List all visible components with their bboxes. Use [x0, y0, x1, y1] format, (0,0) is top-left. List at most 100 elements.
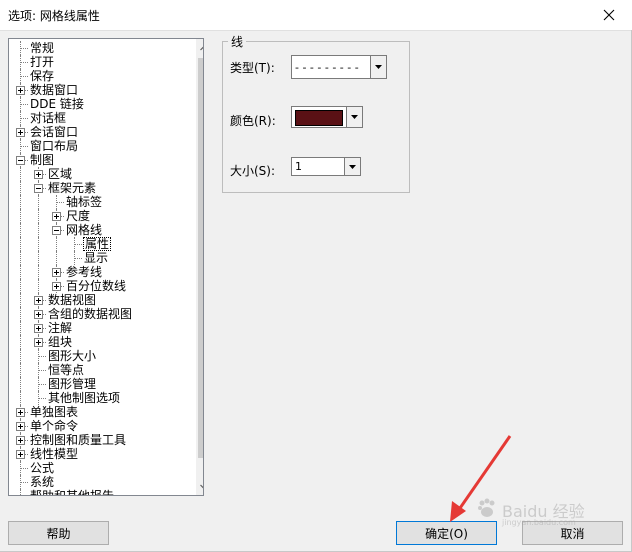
- expand-plus-icon[interactable]: [34, 170, 43, 179]
- tree-branch-line: [20, 482, 28, 483]
- line-size-select[interactable]: 1: [291, 157, 361, 176]
- expand-plus-icon[interactable]: [34, 338, 43, 347]
- tree-item[interactable]: 对话框: [9, 111, 189, 125]
- line-color-select[interactable]: [291, 106, 363, 128]
- expand-plus-icon[interactable]: [52, 282, 61, 291]
- tree-item[interactable]: 百分位数线: [9, 279, 189, 293]
- tree-item[interactable]: 含组的数据视图: [9, 307, 189, 321]
- expand-plus-icon[interactable]: [34, 310, 43, 319]
- scroll-down-button[interactable]: [196, 478, 203, 495]
- tree-item-label: 组块: [48, 335, 73, 349]
- tree-item[interactable]: 数据视图: [9, 293, 189, 307]
- expand-plus-icon[interactable]: [34, 296, 43, 305]
- scroll-up-button[interactable]: [196, 39, 203, 56]
- tree-item[interactable]: 公式: [9, 461, 189, 475]
- tree-item-label: 公式: [30, 461, 55, 475]
- tree-item[interactable]: 窗口布局: [9, 139, 189, 153]
- chevron-up-icon: [200, 46, 203, 50]
- dropdown-arrow-icon: [351, 115, 358, 119]
- tree-item-label: 属性: [83, 237, 112, 251]
- ok-button-label: 确定(O): [425, 526, 468, 541]
- scroll-thumb[interactable]: [198, 58, 203, 458]
- tree-item[interactable]: 帮助和其他报告: [9, 489, 189, 496]
- tree-item[interactable]: 注解: [9, 321, 189, 335]
- tree-item[interactable]: 保存: [9, 69, 189, 83]
- tree-item[interactable]: 常规: [9, 41, 189, 55]
- tree-item[interactable]: 恒等点: [9, 363, 189, 377]
- tree-item[interactable]: 区域: [9, 167, 189, 181]
- expand-plus-icon[interactable]: [52, 268, 61, 277]
- collapse-minus-icon[interactable]: [34, 184, 43, 193]
- tree-guide-line: [20, 293, 21, 307]
- tree-item-label: 窗口布局: [30, 139, 79, 153]
- tree-item[interactable]: 控制图和质量工具: [9, 433, 189, 447]
- line-color-dropdown-button[interactable]: [346, 107, 362, 127]
- tree-branch-line: [20, 468, 28, 469]
- tree-scrollbar[interactable]: [196, 39, 203, 495]
- expand-plus-icon[interactable]: [16, 128, 25, 137]
- tree-item[interactable]: DDE 链接: [9, 97, 189, 111]
- tree-branch-line: [38, 384, 46, 385]
- tree-item[interactable]: 单独图表: [9, 405, 189, 419]
- tree-item-label: 对话框: [30, 111, 67, 125]
- tree-branch-line: [38, 398, 46, 399]
- tree-item[interactable]: 显示: [9, 251, 189, 265]
- tree-item[interactable]: 线性模型: [9, 447, 189, 461]
- line-size-dropdown-button[interactable]: [344, 158, 360, 175]
- title-bar: 选项: 网格线属性: [0, 0, 632, 31]
- tree-item-label: 线性模型: [30, 447, 79, 461]
- tree-item[interactable]: 制图: [9, 153, 189, 167]
- color-label: 颜色(R):: [230, 114, 276, 128]
- tree-item-label: 百分位数线: [66, 279, 127, 293]
- tree-item[interactable]: 组块: [9, 335, 189, 349]
- expand-plus-icon[interactable]: [16, 408, 25, 417]
- tree-item[interactable]: 尺度: [9, 209, 189, 223]
- line-type-select[interactable]: - - - - - - - - -: [291, 55, 387, 79]
- tree-item-label: 尺度: [66, 209, 91, 223]
- dropdown-arrow-icon: [375, 65, 382, 69]
- expand-plus-icon[interactable]: [16, 450, 25, 459]
- tree-item[interactable]: 数据窗口: [9, 83, 189, 97]
- help-button[interactable]: 帮助: [8, 521, 109, 545]
- tree-guide-line: [38, 279, 39, 293]
- tree-guide-line: [20, 335, 21, 349]
- tree-item[interactable]: 网格线: [9, 223, 189, 237]
- dropdown-arrow-icon: [349, 164, 356, 169]
- tree-item[interactable]: 框架元素: [9, 181, 189, 195]
- tree-guide-line: [20, 195, 21, 209]
- tree-item[interactable]: 系统: [9, 475, 189, 489]
- collapse-minus-icon[interactable]: [16, 156, 25, 165]
- tree-item[interactable]: 属性: [9, 237, 189, 251]
- options-tree[interactable]: 常规 打开 保存 数据窗口 DDE 链接 对话框 会话窗口 窗口布局 制图 区域 框架元素 轴标签 尺度…: [8, 38, 204, 496]
- expand-plus-icon[interactable]: [16, 436, 25, 445]
- tree-guide-line: [20, 307, 21, 321]
- close-button[interactable]: [586, 0, 632, 30]
- expand-plus-icon[interactable]: [52, 212, 61, 221]
- tree-guide-line: [38, 209, 39, 223]
- tree-guide-line: [20, 223, 21, 237]
- expand-plus-icon[interactable]: [16, 86, 25, 95]
- tree-item[interactable]: 打开: [9, 55, 189, 69]
- tree-item-label: 数据视图: [48, 293, 97, 307]
- tree-item[interactable]: 图形管理: [9, 377, 189, 391]
- tree-item[interactable]: 图形大小: [9, 349, 189, 363]
- tree-item-label: 帮助和其他报告: [30, 489, 115, 496]
- tree-item[interactable]: 参考线: [9, 265, 189, 279]
- tree-branch-line: [20, 48, 28, 49]
- tree-item[interactable]: 轴标签: [9, 195, 189, 209]
- tree-item[interactable]: 会话窗口: [9, 125, 189, 139]
- tree-branch-line: [38, 356, 46, 357]
- tree-guide-line: [38, 237, 39, 251]
- tree-item-label: 常规: [30, 41, 55, 55]
- tree-item-label: 含组的数据视图: [48, 307, 133, 321]
- tree-item-label: 制图: [30, 153, 55, 167]
- expand-plus-icon[interactable]: [34, 324, 43, 333]
- line-type-dropdown-button[interactable]: [370, 56, 386, 78]
- tree-item-label: 单个命令: [30, 419, 79, 433]
- expand-plus-icon[interactable]: [16, 422, 25, 431]
- tree-item[interactable]: 其他制图选项: [9, 391, 189, 405]
- tree-item-label: 控制图和质量工具: [30, 433, 127, 447]
- tree-item[interactable]: 单个命令: [9, 419, 189, 433]
- collapse-minus-icon[interactable]: [52, 226, 61, 235]
- tree-guide-line: [20, 181, 21, 195]
